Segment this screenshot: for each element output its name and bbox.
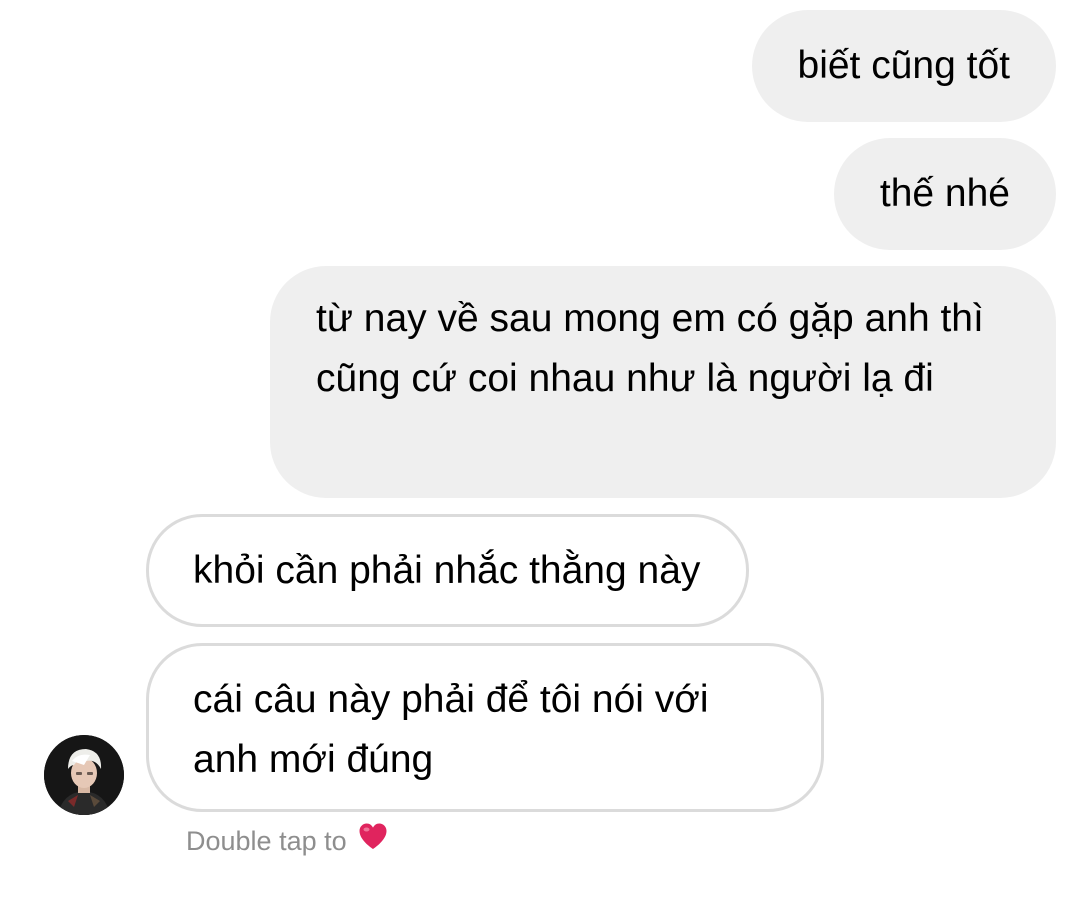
sent-message-bubble[interactable]: thế nhé [833, 138, 1056, 250]
reaction-hint: Double tap to [186, 822, 388, 858]
received-message-bubble[interactable]: khỏi cần phải nhắc thằng này [146, 514, 750, 627]
red-heart-icon [358, 822, 388, 858]
sent-message-bubble[interactable]: từ nay về sau mong em có gặp anh thì cũn… [270, 266, 1056, 498]
received-message-bubble[interactable]: cái câu này phải để tôi nói với anh mới … [146, 643, 824, 812]
avatar[interactable] [44, 735, 124, 815]
sent-message-bubble[interactable]: biết cũng tốt [751, 10, 1056, 122]
profile-photo-icon [44, 735, 124, 815]
reaction-hint-text: Double tap to [186, 826, 347, 856]
